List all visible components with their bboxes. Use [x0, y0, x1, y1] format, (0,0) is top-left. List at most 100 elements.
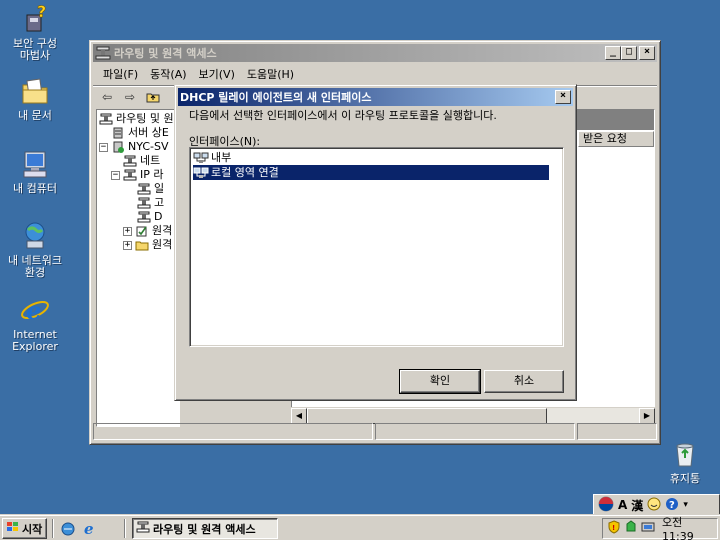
console-tree[interactable]: 라우팅 및 원 서버 상E − NYC-SV 네트 − IP 라 일 고 D +…: [96, 109, 180, 427]
routing-node-icon: [137, 211, 151, 223]
tree-item-label: 원격: [152, 224, 173, 237]
collapse-icon[interactable]: −: [111, 170, 120, 180]
interface-listbox[interactable]: 내부 로컬 영역 연결: [189, 147, 564, 347]
desktop-icon-my-computer[interactable]: 내 컴퓨터: [0, 148, 70, 195]
my-network-icon: [19, 220, 51, 252]
security-shield-icon[interactable]: !: [607, 520, 621, 537]
collapse-icon[interactable]: −: [99, 142, 108, 152]
tree-item-remote-access-policies[interactable]: + 원격: [123, 224, 172, 238]
svg-text:e: e: [84, 520, 94, 536]
desktop-icon-internet-explorer[interactable]: e Internet Explorer: [0, 294, 70, 353]
interface-name: 로컬 영역 연결: [211, 166, 279, 179]
menu-file[interactable]: 파일(F): [97, 66, 144, 82]
language-bar: A 漢 ? ▾: [593, 494, 720, 516]
quicklaunch-separator: [52, 519, 54, 538]
internet-explorer-icon: e: [19, 294, 51, 326]
desktop-icon-my-network[interactable]: 내 네트워크 환경: [0, 220, 70, 279]
menu-view[interactable]: 보기(V): [193, 66, 241, 82]
close-button[interactable]: ×: [639, 46, 655, 60]
minimize-button[interactable]: _: [605, 46, 621, 60]
tree-item-server-nyc[interactable]: − NYC-SV: [99, 140, 169, 154]
scroll-thumb[interactable]: [307, 408, 547, 424]
dialog-close-button[interactable]: ×: [555, 90, 571, 104]
tree-item-network-interfaces[interactable]: 네트: [123, 154, 160, 168]
langbar-options-icon[interactable]: ▾: [683, 500, 688, 510]
desktop-icon-recycle-bin[interactable]: 휴지통: [650, 438, 720, 485]
forward-arrow-icon[interactable]: ⇨: [120, 88, 140, 106]
scroll-right-button[interactable]: ▶: [639, 408, 655, 424]
tree-item-general[interactable]: 일: [137, 182, 164, 196]
routing-node-icon: [123, 155, 137, 167]
scroll-left-button[interactable]: ◀: [291, 408, 307, 424]
network-interface-icon: [193, 167, 209, 179]
my-computer-icon: [19, 148, 51, 180]
svg-text:e: e: [26, 296, 41, 325]
dialog-title: DHCP 릴레이 에이전트의 새 인터페이스: [180, 91, 372, 104]
my-documents-icon: [19, 75, 51, 107]
tree-item-label: 일: [154, 182, 165, 195]
tree-item-static-routes[interactable]: 고: [137, 196, 164, 210]
ime-pad-icon[interactable]: [647, 497, 661, 514]
cancel-button[interactable]: 취소: [484, 370, 564, 393]
update-icon[interactable]: [624, 520, 638, 537]
security-wizard-icon: ?: [19, 2, 51, 35]
help-icon[interactable]: ?: [665, 497, 679, 514]
taskbar-button-routing[interactable]: 라우팅 및 원격 액세스: [132, 518, 278, 539]
tree-item-label: 서버 상E: [128, 126, 169, 139]
tree-item-label: 네트: [140, 154, 161, 167]
svg-text:?: ?: [669, 500, 675, 511]
tree-item-label: NYC-SV: [128, 140, 169, 153]
server-running-icon: [111, 141, 125, 153]
horizontal-scrollbar[interactable]: ◀ ▶: [291, 407, 655, 424]
clock[interactable]: 오전 11:39: [662, 514, 717, 540]
main-window-title: 라우팅 및 원격 액세스: [114, 47, 217, 60]
up-folder-icon[interactable]: [143, 88, 163, 106]
korean-flag-icon[interactable]: [598, 496, 614, 515]
start-button[interactable]: 시작: [2, 518, 47, 539]
dhcp-relay-new-interface-dialog[interactable]: DHCP 릴레이 에이전트의 새 인터페이스 × 다음에서 선택한 인터페이스에…: [174, 84, 577, 401]
desktop-icon-label: 마법사: [19, 49, 51, 62]
input-language-label[interactable]: A: [618, 498, 627, 512]
tree-item-routing-root[interactable]: 라우팅 및 원: [99, 112, 174, 126]
main-window-titlebar[interactable]: 라우팅 및 원격 액세스 _ □ ×: [93, 44, 657, 62]
recycle-bin-icon: [669, 438, 701, 470]
system-tray: ! 오전 11:39: [602, 516, 718, 540]
back-arrow-icon[interactable]: ⇦: [97, 88, 117, 106]
routing-console-icon: [99, 113, 113, 125]
quicklaunch-separator: [124, 519, 126, 538]
expand-icon[interactable]: +: [123, 240, 132, 250]
tree-item-ip-routing[interactable]: − IP 라: [111, 168, 164, 182]
tree-item-label: D: [154, 210, 163, 223]
routing-console-icon: [136, 521, 150, 536]
interface-item-internal[interactable]: 내부: [193, 150, 231, 165]
dialog-titlebar[interactable]: DHCP 릴레이 에이전트의 새 인터페이스 ×: [178, 88, 573, 106]
tree-item-dhcp-relay[interactable]: D: [137, 210, 162, 224]
internet-explorer-icon[interactable]: e: [82, 520, 98, 539]
column-header-requests-received[interactable]: 받은 요청: [578, 131, 654, 147]
dialog-instruction: 다음에서 선택한 인터페이스에서 이 라우팅 프로토콜을 실행합니다.: [189, 109, 497, 122]
desktop-icon-security-wizard[interactable]: ? 보안 구성 마법사: [0, 2, 70, 62]
menu-bar: 파일(F) 동작(A) 보기(V) 도움말(H): [93, 64, 657, 83]
folder-icon: [135, 239, 149, 251]
tree-item-label: 라우팅 및 원: [116, 112, 174, 125]
network-tray-icon[interactable]: [641, 520, 655, 537]
menu-action[interactable]: 동작(A): [144, 66, 192, 82]
windows-logo-icon: [6, 521, 20, 536]
desktop-icon-label: Explorer: [12, 340, 58, 353]
interface-item-local-area-connection[interactable]: 로컬 영역 연결: [193, 165, 549, 180]
start-label: 시작: [22, 522, 43, 536]
desktop-icon-my-documents[interactable]: 내 문서: [0, 75, 70, 122]
routing-console-icon: [95, 46, 111, 60]
tree-item-server-status[interactable]: 서버 상E: [111, 126, 169, 140]
tree-item-remote-access-logging[interactable]: + 원격: [123, 238, 172, 252]
show-desktop-icon[interactable]: [60, 521, 76, 540]
menu-help[interactable]: 도움말(H): [241, 66, 300, 82]
hanja-label[interactable]: 漢: [631, 497, 643, 514]
expand-icon[interactable]: +: [123, 226, 132, 236]
svg-text:!: !: [612, 524, 615, 532]
ok-button[interactable]: 확인: [399, 369, 481, 394]
maximize-button[interactable]: □: [621, 46, 637, 60]
routing-node-icon: [123, 169, 137, 181]
tree-item-label: IP 라: [140, 168, 164, 181]
server-icon: [111, 127, 125, 139]
